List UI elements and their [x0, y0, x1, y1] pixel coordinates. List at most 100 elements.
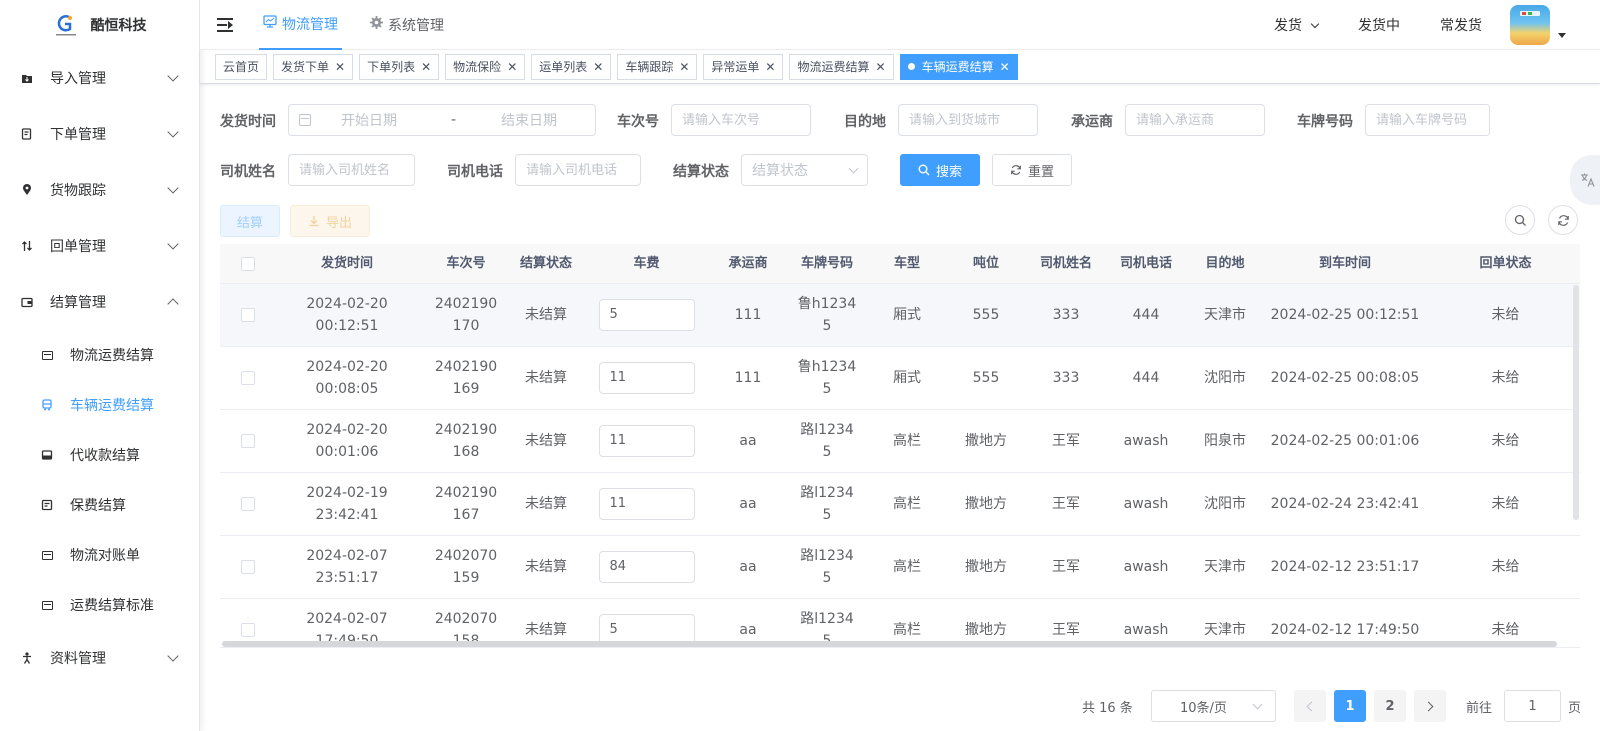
vertical-scrollbar[interactable]	[1573, 285, 1579, 520]
horizontal-scrollbar[interactable]	[222, 641, 1557, 647]
phone-input-wrap	[515, 154, 641, 186]
reset-button[interactable]: 重置	[992, 154, 1072, 186]
tab-logistics[interactable]: 物流管理	[259, 0, 342, 50]
fee-input[interactable]: 84	[598, 551, 695, 583]
goto-page-input[interactable]: 1	[1504, 690, 1561, 722]
dest-input[interactable]	[909, 112, 1027, 128]
settle-button[interactable]: 结算	[220, 205, 280, 237]
toggle-search-button[interactable]	[1505, 205, 1535, 235]
cell-receipt-status: 未给	[1491, 307, 1520, 323]
refresh-table-button[interactable]	[1548, 205, 1578, 235]
sub-item-freight-standard[interactable]: 运费结算标准	[0, 580, 199, 630]
carrier-input-wrap	[1125, 104, 1265, 136]
table-row[interactable]: 2024-02-20 00:08:05 2402190 169 未结算 11 111 鲁h1…	[220, 347, 1580, 410]
close-icon[interactable]: ✕	[593, 60, 603, 74]
table-body: 2024-02-20 00:12:51 2402190 170 未结算 5 111 鲁h12…	[220, 284, 1580, 647]
cell-driver: 王军	[1052, 496, 1080, 512]
tag-order-list[interactable]: 下单列表 ✕	[359, 53, 440, 80]
shipping-label: 发货中	[1358, 18, 1400, 34]
caret-down-icon[interactable]	[1558, 32, 1566, 38]
prev-page-button[interactable]	[1294, 690, 1326, 722]
ship-date-range[interactable]: 开始日期 - 结束日期	[288, 104, 596, 136]
tag-ship-order[interactable]: 发货下单 ✕	[273, 53, 354, 80]
close-icon[interactable]: ✕	[335, 60, 345, 74]
search-button[interactable]: 搜索	[900, 154, 980, 186]
page-2-button[interactable]: 2	[1374, 690, 1406, 722]
menu-receipt[interactable]: 回单管理	[0, 218, 199, 274]
page-1-button[interactable]: 1	[1334, 690, 1366, 722]
cell-status: 未结算	[525, 496, 567, 512]
fee-input[interactable]: 11	[598, 425, 695, 457]
avatar[interactable]	[1510, 5, 1550, 45]
row-checkbox[interactable]	[241, 623, 255, 637]
frequent-ship-link[interactable]: 常发货	[1440, 15, 1482, 35]
close-icon[interactable]: ✕	[876, 60, 886, 74]
inbox-icon	[40, 448, 54, 462]
sub-item-logistics-freight[interactable]: 物流运费结算	[0, 330, 199, 380]
tag-vehicle-freight[interactable]: 车辆运费结算 ✕	[899, 53, 1018, 80]
menu-label: 下单管理	[50, 127, 106, 143]
driver-input[interactable]	[299, 162, 404, 178]
fee-input[interactable]: 11	[598, 362, 695, 394]
table-row[interactable]: 2024-02-20 00:12:51 2402190 170 未结算 5 111 鲁h12…	[220, 284, 1580, 347]
phone-input[interactable]	[526, 162, 630, 178]
close-icon[interactable]: ✕	[421, 60, 431, 74]
select-all-checkbox[interactable]	[241, 256, 255, 271]
sub-item-reconciliation[interactable]: 物流对账单	[0, 530, 199, 580]
sub-item-vehicle-freight[interactable]: 车辆运费结算	[0, 380, 199, 430]
status-select[interactable]: 结算状态	[741, 154, 868, 186]
tag-exception-waybill[interactable]: 异常运单 ✕	[703, 53, 784, 80]
carrier-input[interactable]	[1136, 112, 1254, 128]
table-row[interactable]: 2024-02-19 23:42:41 2402190 167 未结算 11 aa 路l12…	[220, 473, 1580, 536]
fee-input[interactable]: 11	[598, 488, 695, 520]
tag-waybill-list[interactable]: 运单列表 ✕	[531, 53, 612, 80]
settlement-table: 发货时间 车次号 结算状态 车费 承运商 车牌号码 车型 吨位 司机姓名 司机电…	[220, 244, 1580, 648]
close-icon[interactable]: ✕	[1000, 60, 1010, 74]
chevron-down-icon	[167, 238, 179, 250]
translate-icon[interactable]	[1570, 155, 1600, 205]
close-icon[interactable]: ✕	[679, 60, 689, 74]
ship-dropdown[interactable]: 发货	[1274, 15, 1320, 35]
col-tonnage: 吨位	[972, 255, 999, 271]
location-pin-icon	[20, 183, 34, 197]
row-checkbox[interactable]	[241, 434, 255, 448]
export-button[interactable]: 导出	[290, 205, 370, 237]
tab-system[interactable]: 系统管理	[366, 0, 448, 50]
tag-logistics-freight[interactable]: 物流运费结算 ✕	[789, 53, 894, 80]
sub-item-label: 运费结算标准	[70, 598, 154, 614]
next-page-button[interactable]	[1414, 690, 1446, 722]
menu-data[interactable]: 资料管理	[0, 630, 199, 686]
tag-vehicle-tracking[interactable]: 车辆跟踪 ✕	[617, 53, 698, 80]
menu-tracking[interactable]: 货物跟踪	[0, 162, 199, 218]
row-checkbox[interactable]	[241, 497, 255, 511]
close-icon[interactable]: ✕	[507, 60, 517, 74]
row-checkbox[interactable]	[241, 371, 255, 385]
menu-toggle-icon[interactable]	[217, 17, 233, 32]
table-row[interactable]: 2024-02-20 00:01:06 2402190 168 未结算 11 aa 路l12…	[220, 410, 1580, 473]
page-size-select[interactable]: 10条/页	[1151, 690, 1276, 722]
trip-line-2: 168	[452, 444, 480, 460]
row-checkbox[interactable]	[241, 308, 255, 322]
fee-input[interactable]: 5	[598, 299, 695, 331]
menu-order[interactable]: 下单管理	[0, 106, 199, 162]
cell-destination: 阳泉市	[1204, 433, 1246, 449]
close-icon[interactable]: ✕	[765, 60, 775, 74]
tag-insurance[interactable]: 物流保险 ✕	[445, 53, 526, 80]
row-checkbox[interactable]	[241, 560, 255, 574]
carrier-label: 承运商	[1071, 114, 1113, 130]
trip-input[interactable]	[682, 112, 800, 128]
cell-driver: 333	[1052, 307, 1080, 323]
table-row[interactable]: 2024-02-07 23:51:17 2402070 159 未结算 84 aa 路l12…	[220, 536, 1580, 599]
tag-home[interactable]: 云首页	[215, 53, 268, 80]
shipping-link[interactable]: 发货中	[1358, 15, 1400, 35]
plate-input[interactable]	[1376, 112, 1479, 128]
cell-fee: 11	[578, 425, 715, 457]
tag-label: 异常运单	[711, 60, 760, 74]
pagination-total: 共 16 条	[1082, 700, 1133, 716]
cell-plate: 路l1234 5	[781, 419, 873, 463]
menu-settlement[interactable]: 结算管理	[0, 274, 199, 330]
search-icon	[1514, 214, 1526, 226]
sub-item-cod-settlement[interactable]: 代收款结算	[0, 430, 199, 480]
sub-item-premium-settlement[interactable]: 保费结算	[0, 480, 199, 530]
menu-import[interactable]: 导入管理	[0, 50, 199, 106]
